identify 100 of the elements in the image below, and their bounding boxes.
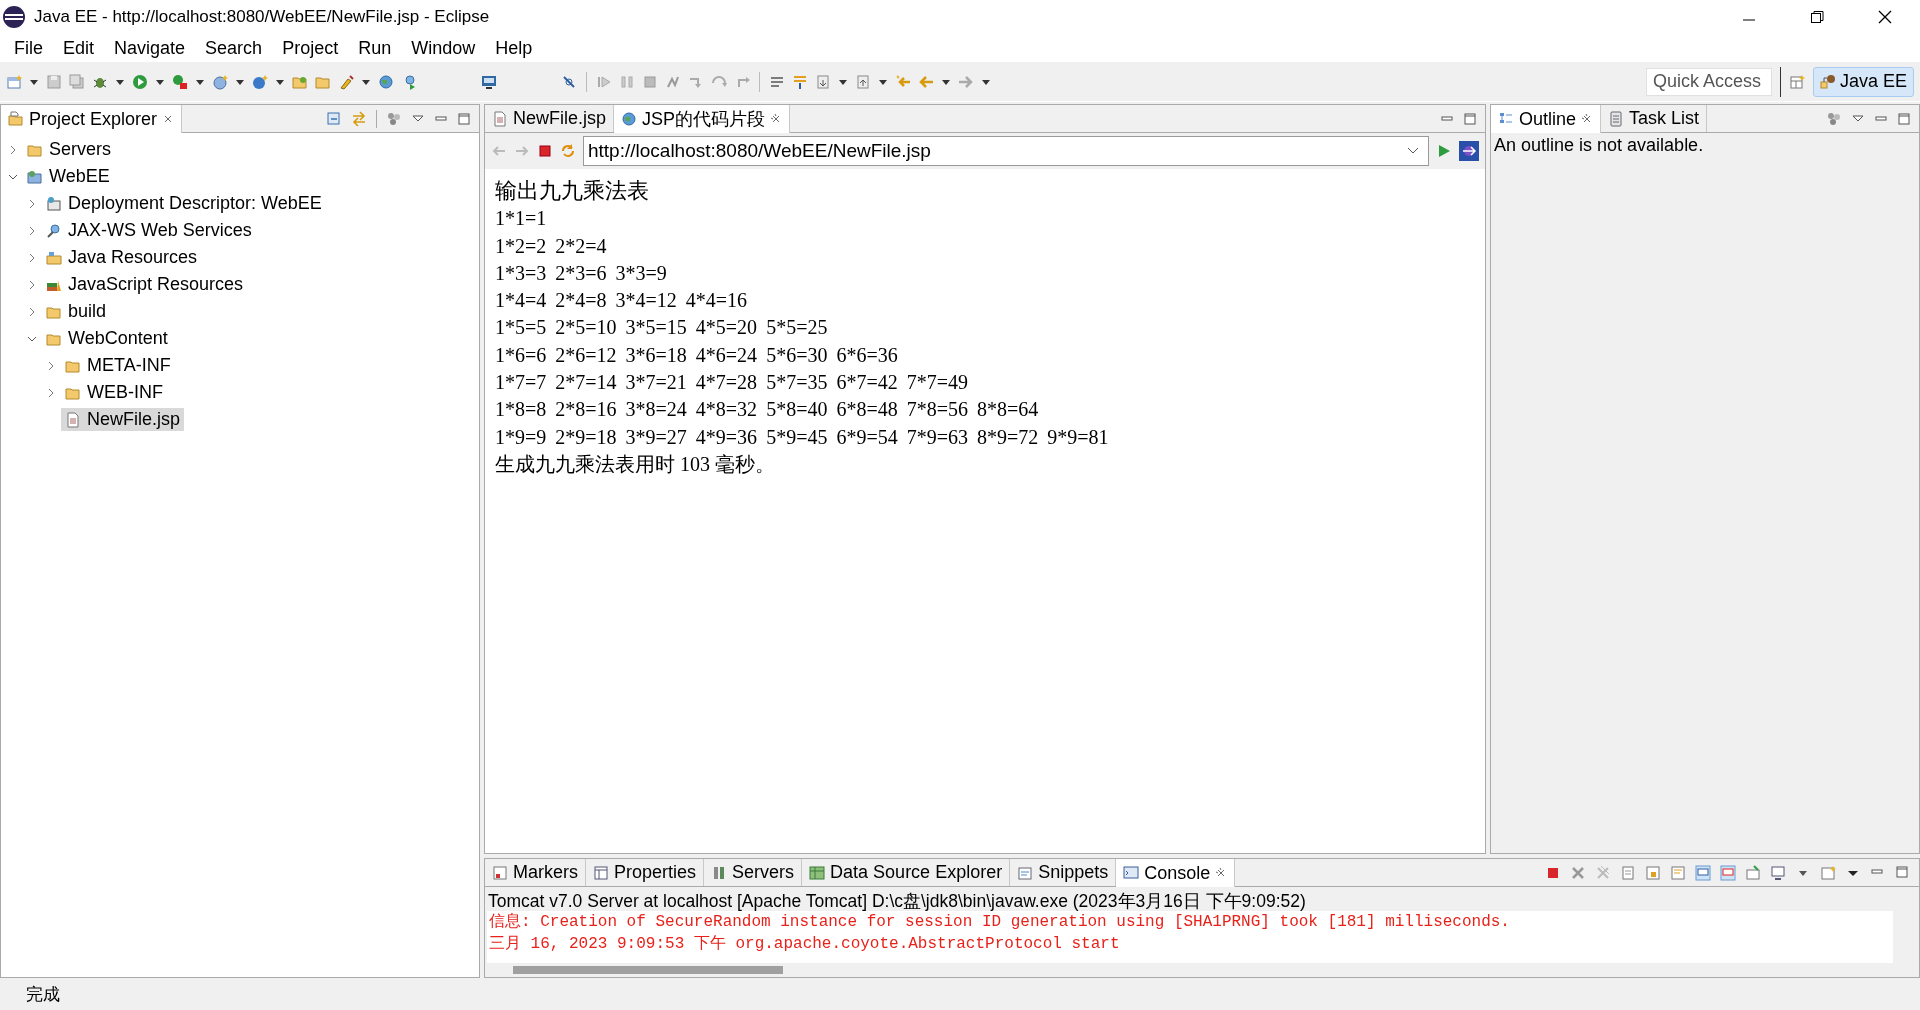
open-perspective-icon[interactable] xyxy=(1788,73,1805,90)
table-entry: 7*8=56 xyxy=(906,397,968,423)
tree-item[interactable]: NewFile.jsp xyxy=(61,408,185,431)
tab[interactable]: Console xyxy=(1116,859,1236,887)
stop-icon[interactable] xyxy=(537,143,553,159)
close-icon[interactable] xyxy=(1876,8,1894,26)
table-entry: 6*8=48 xyxy=(836,397,898,423)
maximize-icon[interactable] xyxy=(1808,8,1826,26)
go-icon[interactable] xyxy=(1436,143,1452,159)
descriptor-icon xyxy=(46,195,62,212)
remove-launch-icon[interactable] xyxy=(1570,864,1586,881)
scroll-lock-icon[interactable] xyxy=(1645,864,1661,881)
tab[interactable]: Outline xyxy=(1491,105,1602,133)
table-entry: 1*3=3 xyxy=(495,260,547,286)
tab[interactable]: JSP的代码片段 xyxy=(614,105,791,133)
refresh-icon[interactable] xyxy=(560,143,576,159)
console-line: 信息: Creation of SecureRandom instance for session ID generation using [SHA1PRNG] took [181] milliseconds. xyxy=(489,912,1511,933)
clear-console-icon[interactable] xyxy=(1620,864,1636,881)
tree-item[interactable]: JAX-WS Web Services xyxy=(42,219,256,242)
tree-item[interactable]: JavaScript Resources xyxy=(42,273,248,296)
word-wrap-icon[interactable] xyxy=(1670,864,1686,881)
project-icon xyxy=(27,168,43,185)
run-icon[interactable] xyxy=(132,73,148,90)
table-entry: 2*7=14 xyxy=(555,370,617,396)
menu-item[interactable]: Help xyxy=(485,37,543,59)
tree-item[interactable]: Servers xyxy=(23,138,115,161)
perspective-button[interactable]: Java EE xyxy=(1812,66,1914,97)
new-class-icon[interactable] xyxy=(252,73,268,90)
tab[interactable]: Properties xyxy=(586,859,705,886)
annotation-icon[interactable] xyxy=(792,73,808,90)
table-entry: 2*3=6 xyxy=(555,260,607,286)
menu-item[interactable]: File xyxy=(4,37,53,59)
tree-item[interactable]: Java Resources xyxy=(42,246,202,269)
tree-item[interactable]: Deployment Descriptor: WebEE xyxy=(42,192,326,215)
markers-icon xyxy=(492,864,508,881)
tab[interactable]: Markers xyxy=(485,859,586,886)
filter-icon[interactable] xyxy=(1826,110,1842,127)
collapse-all-icon[interactable] xyxy=(326,110,342,127)
filter-icon[interactable] xyxy=(386,110,402,127)
table-entry: 4*6=24 xyxy=(695,342,758,368)
globe-icon[interactable] xyxy=(378,73,394,90)
tree-item[interactable]: WEB-INF xyxy=(61,381,167,404)
display-console-icon[interactable] xyxy=(1770,864,1786,881)
save-all-icon[interactable] xyxy=(69,73,85,90)
tree-item[interactable]: WebContent xyxy=(42,327,172,350)
table-entry: 5*6=30 xyxy=(766,342,828,368)
tree-item[interactable]: build xyxy=(42,300,111,323)
show-error-icon[interactable] xyxy=(1720,864,1736,881)
table-entry: 3*4=12 xyxy=(615,288,677,314)
console-line: 三月 16, 2023 9:09:53 下午 org.apache.coyote.AbstractProtocol start xyxy=(489,934,1121,955)
table-entry: 6*6=36 xyxy=(836,342,898,368)
tree-item[interactable]: WebEE xyxy=(23,165,114,188)
status-text: 完成 xyxy=(26,983,60,1006)
table-entry: 1*6=6 xyxy=(495,342,547,368)
previous-annotation-icon[interactable] xyxy=(855,73,871,90)
console-icon xyxy=(1123,865,1140,881)
table-entry: 3*9=27 xyxy=(625,424,687,450)
tab[interactable]: Task List xyxy=(1601,105,1708,132)
snippets-icon xyxy=(1017,864,1034,881)
table-entry: 5*7=35 xyxy=(766,370,828,396)
new-window-icon[interactable] xyxy=(6,73,22,90)
table-entry: 1*7=7 xyxy=(495,370,547,396)
browser-icon[interactable] xyxy=(1459,141,1479,161)
table-entry: 2*2=4 xyxy=(555,233,607,259)
forward-icon[interactable] xyxy=(958,73,974,90)
tree-item[interactable]: META-INF xyxy=(61,354,175,377)
java-resources-icon xyxy=(46,249,62,266)
table-entry: 4*9=36 xyxy=(695,424,758,450)
table-entry: 7*9=63 xyxy=(906,424,968,450)
menu-item[interactable]: Run xyxy=(348,37,402,59)
table-entry: 2*6=12 xyxy=(555,342,617,368)
menu-item[interactable]: Project xyxy=(272,37,349,59)
resume-icon[interactable] xyxy=(596,73,612,90)
quick-access-field[interactable]: Quick Access xyxy=(1645,67,1772,96)
properties-icon xyxy=(593,864,609,881)
menu-item[interactable]: Window xyxy=(401,37,486,59)
table-entry: 1*9=9 xyxy=(495,424,547,450)
show-output-icon[interactable] xyxy=(1695,864,1711,881)
table-entry: 2*8=16 xyxy=(555,397,617,423)
tab[interactable]: Data Source Explorer xyxy=(802,859,1011,886)
timing-text: 生成九九乘法表用时 103 毫秒。 xyxy=(495,451,776,477)
new-console-icon[interactable] xyxy=(1820,864,1836,881)
menu-item[interactable]: Search xyxy=(195,37,273,59)
table-entry: 6*9=54 xyxy=(836,424,898,450)
scrollbar-thumb[interactable] xyxy=(513,966,783,974)
file-icon xyxy=(492,110,508,127)
page-heading: 输出九九乘法表 xyxy=(495,177,650,205)
run-server-icon[interactable] xyxy=(172,73,188,90)
menu-item[interactable]: Edit xyxy=(53,37,105,59)
menu-item[interactable]: Navigate xyxy=(104,37,196,59)
tab[interactable]: Project Explorer xyxy=(1,105,183,133)
next-annotation-icon[interactable] xyxy=(815,73,831,90)
pin-console-icon[interactable] xyxy=(1745,864,1761,881)
back-icon[interactable] xyxy=(918,73,934,90)
tab[interactable]: Servers xyxy=(704,859,803,886)
new-server-icon[interactable] xyxy=(212,73,228,90)
table-entry: 4*5=20 xyxy=(695,315,758,341)
monitor-icon[interactable] xyxy=(481,73,497,90)
link-editor-icon[interactable] xyxy=(351,110,367,127)
task-list-icon xyxy=(1608,110,1625,127)
